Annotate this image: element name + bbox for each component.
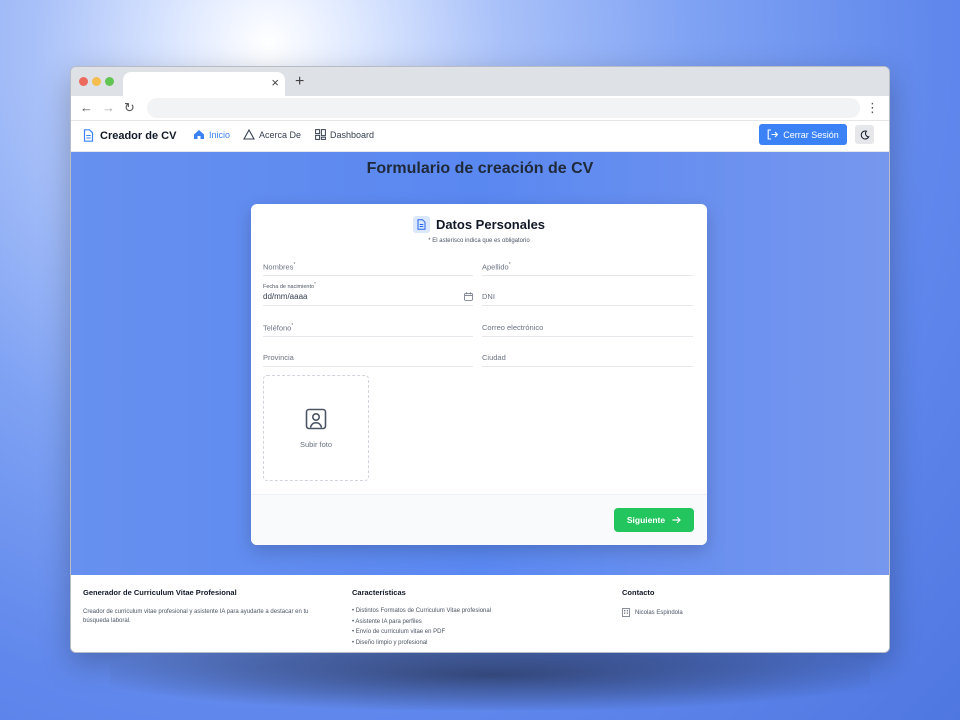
fecha-nacimiento-field[interactable]: Fecha de nacimiento* dd/mm/aaaa bbox=[263, 281, 473, 306]
footer-about-title: Generador de Curriculum Vitae Profesiona… bbox=[83, 588, 237, 597]
moon-icon bbox=[860, 130, 870, 139]
building-icon bbox=[622, 608, 630, 617]
browser-tabbar: × + bbox=[71, 67, 889, 96]
arrow-right-icon bbox=[672, 516, 681, 524]
brand-name: Creador de CV bbox=[100, 129, 177, 142]
correo-label: Correo electrónico bbox=[482, 323, 544, 332]
nombres-field[interactable]: Nombres* bbox=[263, 258, 473, 276]
main-content: Formulario de creación de CV Datos Perso… bbox=[71, 152, 889, 575]
photo-upload[interactable]: Subir foto bbox=[263, 375, 369, 481]
page-title: Formulario de creación de CV bbox=[366, 160, 594, 177]
address-bar[interactable] bbox=[147, 98, 860, 118]
footer-features-title: Características bbox=[352, 588, 406, 597]
user-portrait-icon bbox=[305, 408, 327, 429]
provincia-field[interactable]: Provincia bbox=[263, 349, 473, 367]
feature-item: • Envío de curriculum vitae en PDF bbox=[352, 629, 446, 635]
grid-icon bbox=[315, 129, 326, 140]
nav-link-acerca-de[interactable]: Acerca De bbox=[243, 129, 301, 140]
correo-field[interactable]: Correo electrónico bbox=[482, 319, 693, 337]
footer-about-text: Creador de curriculum vitae profesional … bbox=[83, 609, 309, 624]
brand[interactable]: Creador de CV bbox=[83, 129, 176, 142]
back-arrow-icon[interactable]: ← bbox=[80, 100, 93, 116]
app-navbar: Creador de CV Inicio Acerca De Dashboard bbox=[71, 121, 889, 152]
telefono-field[interactable]: Teléfono* bbox=[263, 319, 473, 337]
next-label: Siguiente bbox=[626, 515, 666, 525]
footer-features: Características • Distintos Formatos de … bbox=[352, 588, 602, 650]
new-tab-icon[interactable]: + bbox=[295, 73, 304, 91]
telefono-label: Teléfono* bbox=[263, 322, 294, 333]
footer-contact-title: Contacto bbox=[622, 588, 655, 597]
feature-item: • Asistente IA para perfiles bbox=[352, 618, 422, 625]
theme-toggle-button[interactable] bbox=[855, 125, 874, 144]
contact-name: Nicolas Espindola bbox=[635, 609, 683, 616]
nav-link-label: Inicio bbox=[209, 129, 231, 140]
fecha-nacimiento-value: dd/mm/aaaa bbox=[263, 292, 308, 301]
browser-tab[interactable]: × bbox=[123, 72, 285, 96]
nav-link-dashboard[interactable]: Dashboard bbox=[315, 129, 374, 140]
browser-toolbar: ← → ↻ ⋮ bbox=[71, 96, 889, 121]
feature-item: • Distintos Formatos de Curriculum Vitae… bbox=[352, 608, 492, 614]
calendar-icon[interactable] bbox=[464, 292, 473, 301]
ciudad-field[interactable]: Ciudad bbox=[482, 349, 693, 367]
browser-menu-icon[interactable]: ⋮ bbox=[866, 100, 879, 116]
close-tab-icon[interactable]: × bbox=[271, 76, 279, 90]
window-minimize-dot[interactable] bbox=[92, 77, 101, 86]
nav-link-inicio[interactable]: Inicio bbox=[193, 129, 230, 140]
forward-arrow-icon[interactable]: → bbox=[102, 100, 115, 116]
feature-item: • Diseño limpio y profesional bbox=[352, 639, 428, 646]
reload-icon[interactable]: ↻ bbox=[124, 100, 135, 116]
window-maximize-dot[interactable] bbox=[105, 77, 114, 86]
nav-link-label: Acerca De bbox=[259, 129, 302, 140]
next-button[interactable]: Siguiente bbox=[614, 508, 694, 532]
browser-window: × + ← → ↻ ⋮ Creador de CV Inicio Acerca … bbox=[70, 66, 890, 653]
required-note: * El asterisco indica que es obligatorio bbox=[428, 238, 530, 244]
dni-field[interactable]: DNI bbox=[482, 288, 693, 306]
card-header: Datos Personales * El asterisco indica q… bbox=[251, 216, 707, 244]
home-icon bbox=[194, 130, 204, 139]
section-title: Datos Personales bbox=[435, 217, 546, 232]
window-close-dot[interactable] bbox=[79, 77, 88, 86]
personal-data-card: Datos Personales * El asterisco indica q… bbox=[251, 204, 707, 545]
logout-icon bbox=[767, 129, 779, 140]
dni-label: DNI bbox=[482, 292, 495, 301]
ciudad-label: Ciudad bbox=[482, 353, 506, 362]
logout-label: Cerrar Sesión bbox=[783, 129, 839, 140]
document-icon bbox=[83, 129, 94, 142]
contact-item[interactable]: Nicolas Espindola bbox=[622, 608, 822, 617]
triangle-icon bbox=[243, 129, 255, 140]
footer-contact: Contacto Nicolas Espindola bbox=[622, 588, 822, 617]
footer-about: Generador de Curriculum Vitae Profesiona… bbox=[83, 588, 333, 625]
site-footer: Generador de Curriculum Vitae Profesiona… bbox=[71, 575, 889, 652]
apellido-label: Apellido* bbox=[482, 261, 511, 272]
logout-button[interactable]: Cerrar Sesión bbox=[759, 124, 847, 145]
document-icon bbox=[412, 216, 430, 233]
nav-link-label: Dashboard bbox=[330, 129, 375, 140]
provincia-label: Provincia bbox=[263, 353, 294, 362]
apellido-field[interactable]: Apellido* bbox=[482, 258, 693, 276]
fecha-nacimiento-label: Fecha de nacimiento* bbox=[263, 281, 316, 290]
nombres-label: Nombres* bbox=[263, 261, 296, 272]
card-footer: Siguiente bbox=[251, 494, 707, 545]
photo-upload-label: Subir foto bbox=[299, 439, 333, 449]
